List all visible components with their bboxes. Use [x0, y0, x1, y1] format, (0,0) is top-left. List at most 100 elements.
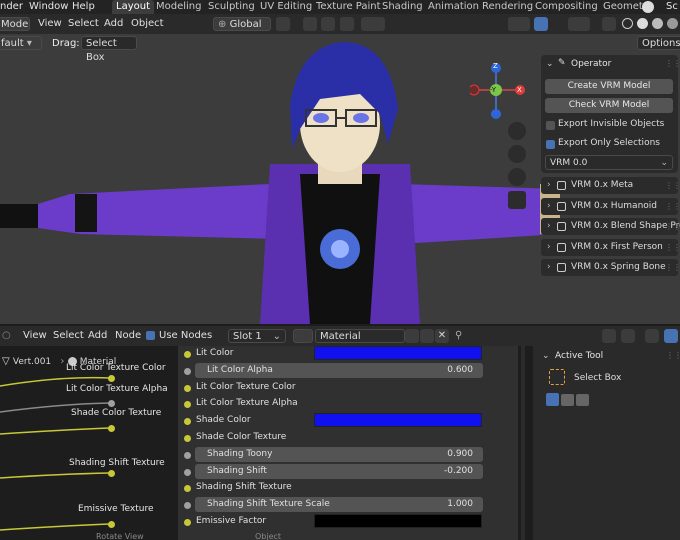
input-socket-dot[interactable]: [184, 367, 191, 375]
mode-dropdown[interactable]: Mode: [0, 17, 30, 31]
material-name-field[interactable]: Material: [315, 329, 405, 343]
3d-viewport[interactable]: fault ▾ Drag: Select Box Options Z -Y X …: [0, 34, 680, 324]
slot-dropdown[interactable]: Slot 1 ⌄: [228, 329, 286, 343]
expand-chevron-icon[interactable]: ›: [547, 218, 551, 235]
vrm-subpanel[interactable]: › VRM 0.x Blend Shape Prox ⋮⋮: [541, 218, 680, 235]
drag-handle-icon[interactable]: ⋮⋮: [665, 59, 680, 68]
tab-shading[interactable]: Shading: [378, 0, 427, 14]
use-nodes-checkbox[interactable]: [146, 331, 155, 340]
pivot-icon[interactable]: [276, 17, 290, 31]
subpanel-drag-handle-icon[interactable]: ⋮⋮: [665, 239, 680, 256]
output-socket-dot[interactable]: [108, 375, 115, 382]
expand-chevron-icon[interactable]: ›: [547, 239, 551, 256]
input-socket-dot[interactable]: [184, 502, 191, 510]
fake-user-icon[interactable]: [405, 329, 419, 343]
gizmo-toggle-icon[interactable]: [534, 17, 548, 31]
subpanel-drag-handle-icon[interactable]: ⋮⋮: [665, 177, 680, 194]
input-socket-dot[interactable]: [184, 418, 191, 426]
value-field[interactable]: Shading Toony 0.900: [195, 446, 483, 462]
sidebar-drag-handle-icon[interactable]: ⋮⋮: [666, 351, 680, 360]
menu-render[interactable]: nder: [0, 1, 23, 12]
snap-target-icon[interactable]: [321, 17, 335, 31]
color-swatch[interactable]: [314, 346, 482, 360]
render-shading-icon[interactable]: [667, 18, 678, 29]
value-field[interactable]: Lit Color Alpha 0.600: [195, 362, 483, 378]
input-socket-dot[interactable]: [184, 519, 191, 526]
node-select-menu[interactable]: Select: [53, 330, 84, 341]
camera-icon[interactable]: [508, 168, 526, 186]
proportional-edit-icon[interactable]: [340, 17, 354, 31]
scene-icon[interactable]: [642, 1, 654, 13]
select-menu[interactable]: Select: [68, 18, 99, 29]
zoom-icon[interactable]: [508, 122, 526, 140]
vrm-subpanel[interactable]: › VRM 0.x First Person ⋮⋮: [541, 238, 680, 256]
select-box-tool-icon[interactable]: [549, 369, 565, 385]
tab-rendering[interactable]: Rendering: [478, 0, 537, 14]
select-mode-extend-icon[interactable]: [561, 394, 574, 406]
input-socket-dot[interactable]: [184, 435, 191, 442]
snap-node-icon[interactable]: [621, 329, 635, 343]
pan-hand-icon[interactable]: [508, 145, 526, 163]
overlay-icon[interactable]: [568, 17, 590, 31]
color-swatch[interactable]: [314, 413, 482, 428]
menu-help[interactable]: Help: [72, 1, 95, 12]
input-socket-dot[interactable]: [184, 468, 191, 476]
value-field[interactable]: Shading Shift Texture Scale 1.000: [195, 497, 483, 513]
tab-geomet[interactable]: Geomet: [599, 0, 647, 14]
pin-icon[interactable]: ⚲: [455, 330, 462, 341]
node-menu[interactable]: Node: [115, 330, 141, 341]
subpanel-drag-handle-icon[interactable]: ⋮⋮: [665, 198, 680, 215]
vrm-version-dropdown[interactable]: VRM 0.0 ⌄: [545, 155, 673, 170]
vrm-subpanel[interactable]: › VRM 0.x Meta ⋮⋮: [541, 177, 680, 194]
export-invisible-checkbox[interactable]: [546, 121, 555, 130]
tab-layout[interactable]: Layout: [112, 0, 154, 14]
output-socket-dot[interactable]: [108, 400, 115, 407]
menu-window[interactable]: Window: [29, 1, 68, 12]
material-browse-icon[interactable]: [293, 329, 313, 343]
input-socket-dot[interactable]: [184, 351, 191, 358]
parent-icon[interactable]: [602, 329, 616, 343]
select-mode-new-icon[interactable]: [546, 393, 559, 406]
expand-chevron-icon[interactable]: ›: [547, 259, 551, 276]
object-menu[interactable]: Object: [131, 18, 164, 29]
tab-texture-paint[interactable]: Texture Paint: [312, 0, 385, 14]
collapse-icon[interactable]: ⌄: [546, 59, 554, 69]
expand-chevron-icon[interactable]: ›: [547, 177, 551, 194]
xray-icon[interactable]: [602, 17, 616, 31]
export-selected-checkbox[interactable]: [546, 140, 555, 149]
tab-compositing[interactable]: Compositing: [531, 0, 602, 14]
view-menu[interactable]: View: [38, 18, 62, 29]
input-socket-dot[interactable]: [184, 485, 191, 493]
subpanel-drag-handle-icon[interactable]: ⋮⋮: [665, 218, 680, 235]
check-vrm-button[interactable]: Check VRM Model: [545, 98, 673, 113]
input-socket-dot[interactable]: [184, 384, 191, 392]
sidebar-collapse-icon[interactable]: ⌄: [542, 351, 550, 361]
backdrop-icon[interactable]: [664, 329, 678, 343]
output-socket-dot[interactable]: [108, 521, 115, 528]
create-vrm-button[interactable]: Create VRM Model: [545, 79, 673, 94]
visibility-icon[interactable]: [508, 17, 530, 31]
select-mode-subtract-icon[interactable]: [576, 394, 589, 406]
falloff-icon[interactable]: [361, 17, 385, 31]
solid-shading-icon[interactable]: [637, 18, 648, 29]
tab-sculpting[interactable]: Sculpting: [204, 0, 259, 14]
node-view-menu[interactable]: View: [23, 330, 47, 341]
wireframe-shading-icon[interactable]: [622, 18, 633, 29]
node-editor-canvas[interactable]: ▽ Vert.001 › Material Lit Color Texture …: [0, 346, 533, 540]
output-socket-dot[interactable]: [108, 470, 115, 477]
editor-type-icon[interactable]: ○: [2, 330, 11, 341]
navigation-gizmo[interactable]: Z -Y X: [468, 62, 530, 122]
color-swatch[interactable]: [314, 514, 482, 528]
overlay-node-icon[interactable]: [645, 329, 659, 343]
input-socket-dot[interactable]: [184, 451, 191, 459]
vrm-subpanel[interactable]: › VRM 0.x Spring Bone ⋮⋮: [541, 259, 680, 276]
node-add-menu[interactable]: Add: [88, 330, 107, 341]
value-field[interactable]: Shading Shift -0.200: [195, 463, 483, 479]
add-menu[interactable]: Add: [104, 18, 123, 29]
material-shading-icon[interactable]: [652, 18, 663, 29]
input-socket-dot[interactable]: [184, 401, 191, 409]
output-socket-dot[interactable]: [108, 425, 115, 432]
snap-icon[interactable]: [303, 17, 317, 31]
grid-view-icon[interactable]: [508, 191, 526, 209]
subpanel-drag-handle-icon[interactable]: ⋮⋮: [665, 259, 680, 276]
